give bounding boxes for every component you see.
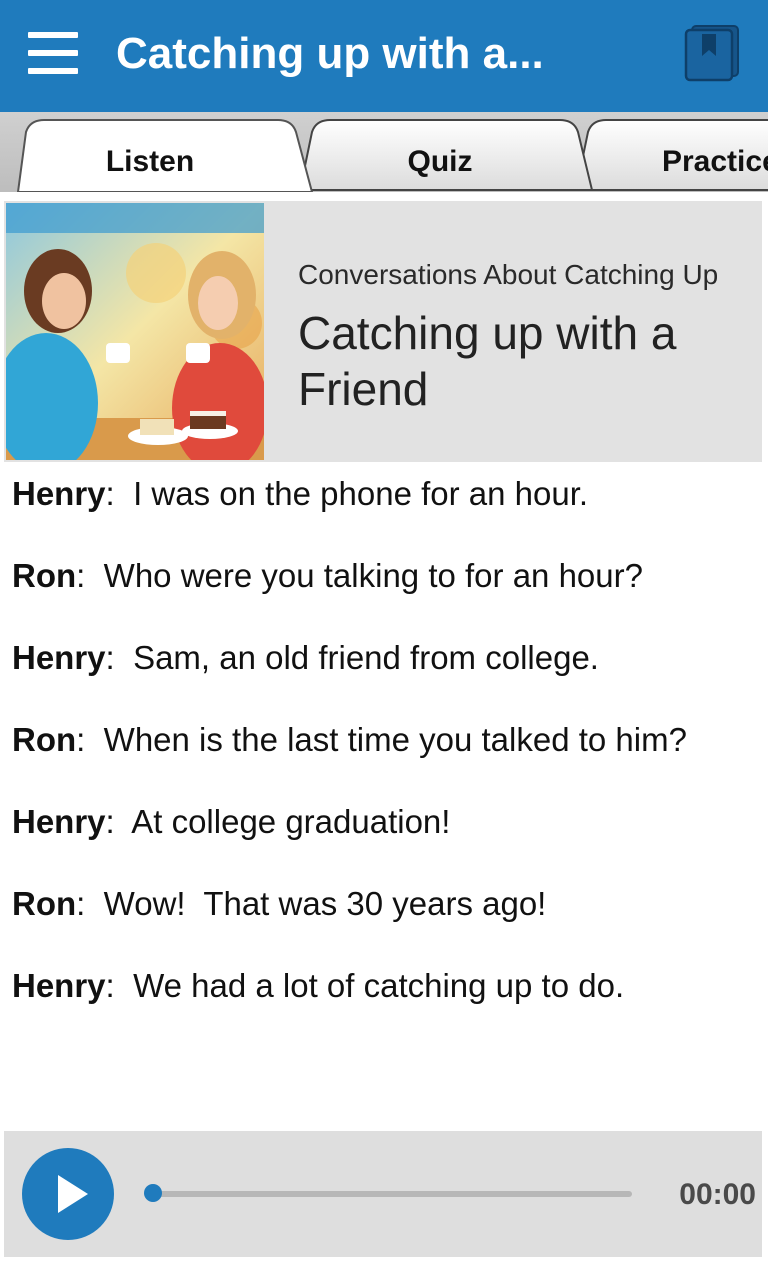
lesson-category: Conversations About Catching Up bbox=[298, 259, 719, 290]
play-icon bbox=[58, 1175, 88, 1213]
progress-track[interactable] bbox=[154, 1191, 632, 1197]
play-button[interactable] bbox=[22, 1148, 114, 1240]
dialog-text: Who were you talking to for an hour? bbox=[103, 557, 643, 594]
dialog-text: Sam, an old friend from college. bbox=[133, 639, 599, 676]
tab-quiz[interactable]: Quiz bbox=[330, 142, 550, 182]
dialog-text: I was on the phone for an hour. bbox=[133, 475, 589, 512]
speaker-name: Henry bbox=[12, 475, 106, 512]
app-bar: Catching up with a... bbox=[0, 0, 768, 112]
speaker-name: Henry bbox=[12, 967, 106, 1004]
dialog-text: Wow! That was 30 years ago! bbox=[103, 885, 547, 922]
dialog-line[interactable]: Ron: Who were you talking to for an hour… bbox=[12, 554, 756, 636]
speaker-name: Ron bbox=[12, 885, 77, 922]
hamburger-menu-icon[interactable] bbox=[28, 32, 80, 74]
tab-bar: Listen Quiz Practice bbox=[0, 112, 768, 192]
tab-practice[interactable]: Practice bbox=[662, 142, 768, 182]
dialog-line[interactable]: Ron: Wow! That was 30 years ago! bbox=[12, 882, 756, 964]
app-title: Catching up with a... bbox=[116, 29, 544, 78]
dialog-line[interactable]: Henry: I was on the phone for an hour. bbox=[12, 472, 756, 554]
lesson-photo bbox=[6, 203, 264, 460]
dialog-line[interactable]: Henry: We had a lot of catching up to do… bbox=[12, 964, 756, 1046]
speaker-name: Ron bbox=[12, 721, 77, 758]
speaker-name: Henry bbox=[12, 803, 106, 840]
dialog-line[interactable]: Ron: When is the last time you talked to… bbox=[12, 718, 756, 800]
elapsed-time: 00:00 bbox=[679, 1178, 756, 1211]
dialog-text: We had a lot of catching up to do. bbox=[133, 967, 625, 1004]
speaker-name: Henry bbox=[12, 639, 106, 676]
dialog-transcript: Henry: I was on the phone for an hour. R… bbox=[12, 472, 756, 1046]
dialog-line[interactable]: Henry: Sam, an old friend from college. bbox=[12, 636, 756, 718]
dialog-text: When is the last time you talked to him? bbox=[103, 721, 687, 758]
progress-thumb[interactable] bbox=[144, 1184, 162, 1202]
lesson-header: Conversations About Catching Up Catching… bbox=[4, 201, 762, 462]
tab-listen[interactable]: Listen bbox=[40, 142, 260, 182]
speaker-name: Ron bbox=[12, 557, 77, 594]
book-icon[interactable] bbox=[682, 22, 742, 82]
audio-player: 00:00 bbox=[4, 1131, 762, 1257]
lesson-title: Catching up with a Friend bbox=[298, 307, 677, 415]
dialog-line[interactable]: Henry: At college graduation! bbox=[12, 800, 756, 882]
dialog-text: At college graduation! bbox=[131, 803, 451, 840]
